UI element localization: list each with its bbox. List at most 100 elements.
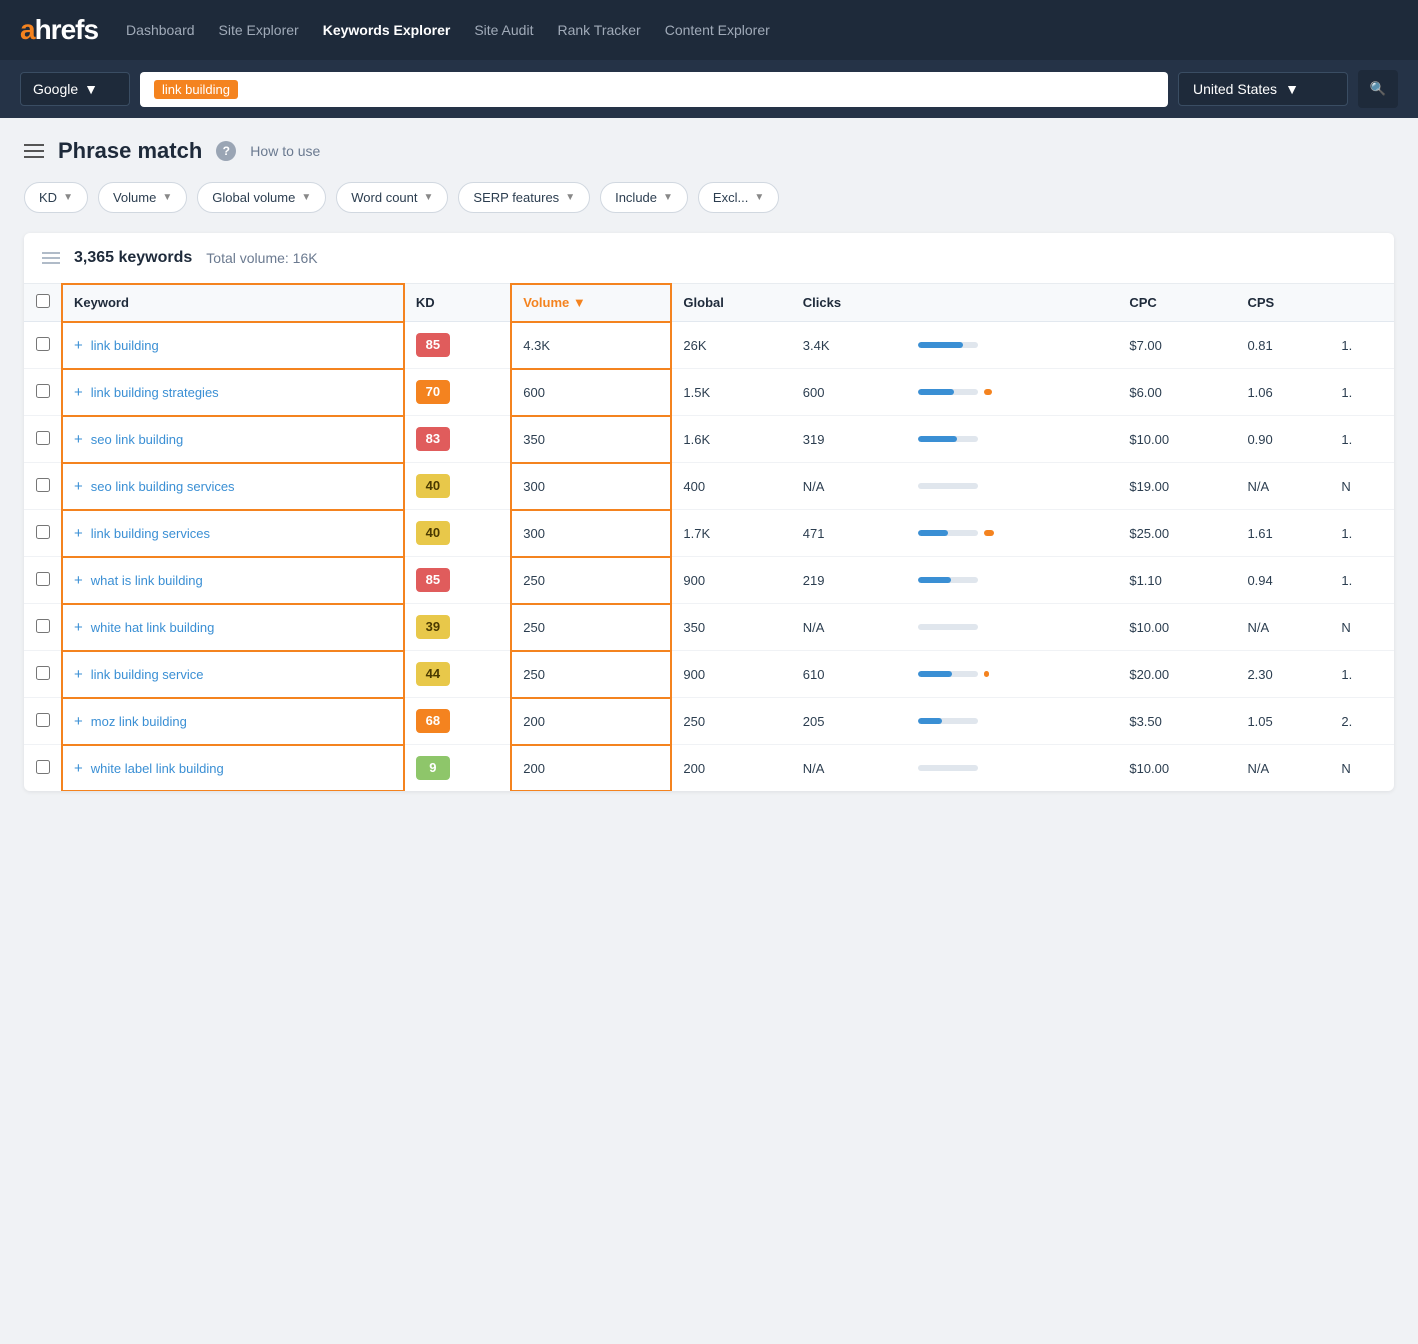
row-cps-cell: N/A (1235, 604, 1329, 651)
row-global-cell: 1.7K (671, 510, 790, 557)
row-volume-cell: 250 (511, 604, 671, 651)
row-kd-cell: 68 (404, 698, 511, 745)
th-volume[interactable]: Volume ▼ (511, 284, 671, 322)
nav-content-explorer[interactable]: Content Explorer (665, 22, 770, 38)
th-keyword[interactable]: Keyword (62, 284, 404, 322)
row-keyword-cell: + link building service (62, 651, 404, 698)
row-checkbox[interactable] (36, 337, 50, 351)
serp-features-filter-button[interactable]: SERP features ▼ (458, 182, 590, 213)
add-keyword-icon[interactable]: + (74, 713, 83, 730)
th-clicks-bar (906, 284, 1117, 322)
nav-site-audit[interactable]: Site Audit (474, 22, 533, 38)
serp-features-chevron-icon: ▼ (565, 192, 575, 203)
search-button[interactable]: 🔍 (1358, 70, 1398, 108)
keyword-link[interactable]: seo link building (91, 432, 184, 447)
search-icon: 🔍 (1370, 81, 1387, 97)
row-keyword-cell: + seo link building (62, 416, 404, 463)
kd-badge: 44 (416, 662, 450, 686)
keyword-link[interactable]: white hat link building (91, 620, 215, 635)
row-checkbox-cell (24, 322, 62, 369)
row-volume-cell: 250 (511, 557, 671, 604)
row-clicks-cell: 610 (791, 651, 906, 698)
th-global[interactable]: Global (671, 284, 790, 322)
keyword-link[interactable]: what is link building (91, 573, 203, 588)
row-cps-cell: 1.61 (1235, 510, 1329, 557)
nav-rank-tracker[interactable]: Rank Tracker (557, 22, 640, 38)
row-checkbox[interactable] (36, 525, 50, 539)
keyword-link[interactable]: link building strategies (91, 385, 219, 400)
row-kd-cell: 39 (404, 604, 511, 651)
row-checkbox[interactable] (36, 760, 50, 774)
keywords-table: Keyword KD Volume ▼ Global Clicks CPC CP… (24, 284, 1394, 791)
kd-filter-button[interactable]: KD ▼ (24, 182, 88, 213)
nav-keywords-explorer[interactable]: Keywords Explorer (323, 22, 451, 38)
nav-site-explorer[interactable]: Site Explorer (219, 22, 299, 38)
row-keyword-cell: + seo link building services (62, 463, 404, 510)
search-engine-select[interactable]: Google ▼ (20, 72, 130, 106)
keyword-tag: link building (154, 80, 238, 99)
row-checkbox[interactable] (36, 431, 50, 445)
include-filter-button[interactable]: Include ▼ (600, 182, 688, 213)
add-keyword-icon[interactable]: + (74, 431, 83, 448)
row-keyword-cell: + link building (62, 322, 404, 369)
add-keyword-icon[interactable]: + (74, 525, 83, 542)
select-all-checkbox[interactable] (36, 294, 50, 308)
row-clicks-bar-cell (906, 463, 1117, 510)
kd-badge: 85 (416, 333, 450, 357)
keyword-link[interactable]: seo link building services (91, 479, 235, 494)
th-cps[interactable]: CPS (1235, 284, 1329, 322)
search-bar: Google ▼ link building United States ▼ 🔍 (0, 60, 1418, 118)
global-volume-filter-button[interactable]: Global volume ▼ (197, 182, 326, 213)
row-clicks-bar-cell (906, 557, 1117, 604)
row-clicks-bar-cell (906, 604, 1117, 651)
keyword-link[interactable]: link building services (91, 526, 210, 541)
volume-filter-button[interactable]: Volume ▼ (98, 182, 187, 213)
row-clicks-cell: 319 (791, 416, 906, 463)
how-to-use-link[interactable]: How to use (250, 143, 320, 159)
row-volume-cell: 300 (511, 463, 671, 510)
volume-filter-chevron-icon: ▼ (162, 192, 172, 203)
keyword-link[interactable]: moz link building (91, 714, 187, 729)
add-keyword-icon[interactable]: + (74, 384, 83, 401)
table-row: + white label link building 9 200 200 N/… (24, 745, 1394, 792)
row-checkbox[interactable] (36, 666, 50, 680)
th-more (1329, 284, 1394, 322)
search-input-wrap[interactable]: link building (140, 72, 1168, 107)
row-global-cell: 200 (671, 745, 790, 792)
row-clicks-bar-cell (906, 651, 1117, 698)
nav-dashboard[interactable]: Dashboard (126, 22, 195, 38)
keyword-link[interactable]: link building (91, 338, 159, 353)
add-keyword-icon[interactable]: + (74, 760, 83, 777)
row-checkbox[interactable] (36, 713, 50, 727)
row-checkbox[interactable] (36, 384, 50, 398)
th-kd[interactable]: KD (404, 284, 511, 322)
th-clicks[interactable]: Clicks (791, 284, 906, 322)
row-cpc-cell: $20.00 (1117, 651, 1235, 698)
help-badge[interactable]: ? (216, 141, 236, 161)
kd-filter-chevron-icon: ▼ (63, 192, 73, 203)
keyword-link[interactable]: white label link building (91, 761, 224, 776)
exclude-chevron-icon: ▼ (754, 192, 764, 203)
keyword-link[interactable]: link building service (91, 667, 204, 682)
row-checkbox[interactable] (36, 478, 50, 492)
add-keyword-icon[interactable]: + (74, 572, 83, 589)
row-clicks-cell: N/A (791, 745, 906, 792)
table-row: + link building service 44 250 900 610 $… (24, 651, 1394, 698)
add-keyword-icon[interactable]: + (74, 666, 83, 683)
add-keyword-icon[interactable]: + (74, 478, 83, 495)
row-checkbox[interactable] (36, 619, 50, 633)
sidebar-toggle-icon[interactable] (24, 144, 44, 158)
country-select[interactable]: United States ▼ (1178, 72, 1348, 106)
word-count-filter-button[interactable]: Word count ▼ (336, 182, 448, 213)
add-keyword-icon[interactable]: + (74, 619, 83, 636)
th-cpc[interactable]: CPC (1117, 284, 1235, 322)
row-checkbox[interactable] (36, 572, 50, 586)
row-cps-cell: N/A (1235, 463, 1329, 510)
row-keyword-cell: + link building services (62, 510, 404, 557)
row-cpc-cell: $7.00 (1117, 322, 1235, 369)
row-global-cell: 400 (671, 463, 790, 510)
exclude-filter-button[interactable]: Excl... ▼ (698, 182, 779, 213)
row-global-cell: 350 (671, 604, 790, 651)
row-checkbox-cell (24, 557, 62, 604)
add-keyword-icon[interactable]: + (74, 337, 83, 354)
